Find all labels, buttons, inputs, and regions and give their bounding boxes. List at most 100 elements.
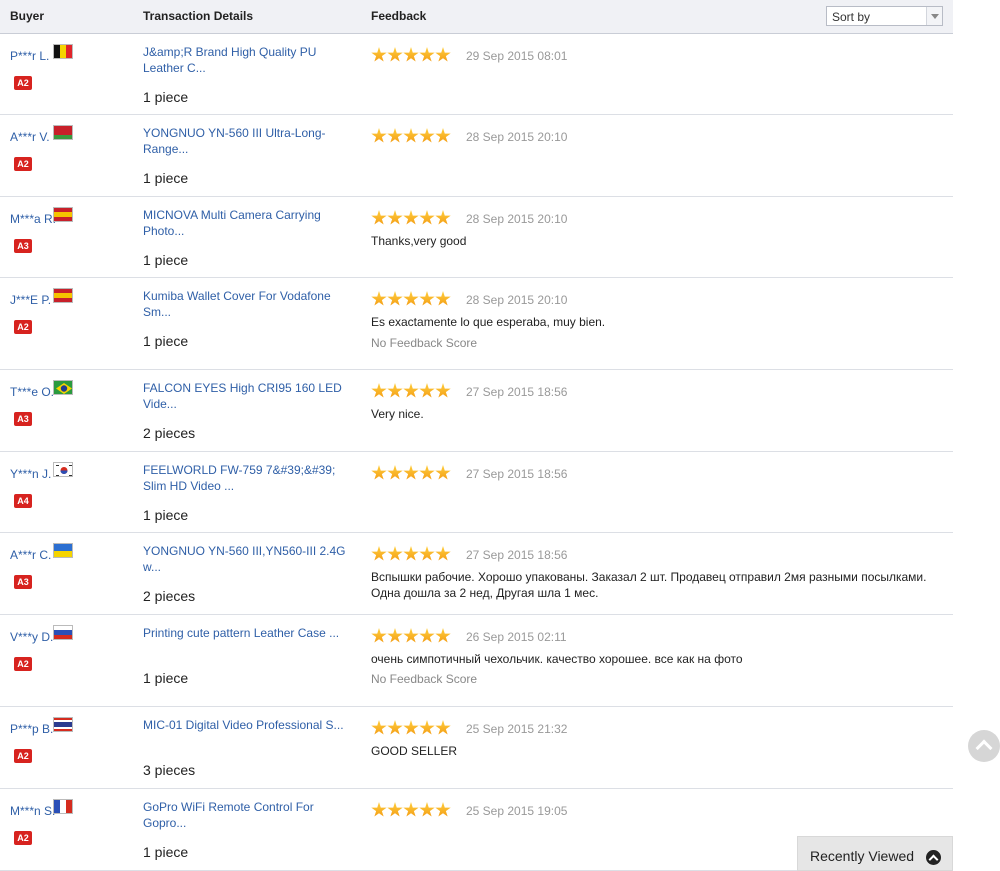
buyer-name-link[interactable]: A***r C. (10, 548, 51, 562)
feedback-comment: Thanks,very good (371, 234, 467, 248)
star-rating (371, 128, 451, 144)
table-row: P***p B. A2 MIC-01 Digital Video Professio… (0, 707, 953, 789)
star-icon (387, 210, 403, 225)
country-flag-icon (53, 380, 73, 395)
star-icon (403, 802, 419, 817)
star-icon (387, 47, 403, 62)
country-flag-icon (53, 799, 73, 814)
feedback-column-header: Feedback (371, 9, 427, 23)
product-title-link[interactable]: MICNOVA Multi Camera Carrying Photo... (143, 207, 353, 239)
product-title-link[interactable]: GoPro WiFi Remote Control For Gopro... (143, 799, 353, 831)
feedback-date: 28 Sep 2015 20:10 (466, 130, 568, 144)
star-icon (371, 291, 387, 306)
star-rating (371, 628, 451, 644)
buyer-name-link[interactable]: A***r V. (10, 130, 50, 144)
star-icon (403, 210, 419, 225)
scroll-to-top-button[interactable] (968, 730, 1000, 762)
star-icon (419, 465, 435, 480)
country-flag-icon (53, 288, 73, 303)
star-icon (371, 128, 387, 143)
star-icon (403, 291, 419, 306)
star-icon (371, 47, 387, 62)
star-icon (403, 720, 419, 735)
quantity-text: 1 piece (143, 507, 189, 523)
product-title-link[interactable]: Kumiba Wallet Cover For Vodafone Sm... (143, 288, 353, 320)
star-icon (387, 720, 403, 735)
country-flag-icon (53, 717, 73, 732)
buyer-level-badge: A3 (14, 412, 32, 426)
table-row: J***E P. A2 Kumiba Wallet Cover For Vodafo… (0, 278, 953, 370)
feedback-table: Buyer Transaction Details Feedback Sort … (0, 0, 953, 871)
star-rating (371, 465, 451, 481)
star-rating (371, 720, 451, 736)
product-title-link[interactable]: MIC-01 Digital Video Professional S... (143, 717, 353, 733)
quantity-text: 1 piece (143, 170, 189, 186)
star-icon (419, 628, 435, 643)
product-title-link[interactable]: YONGNUO YN-560 III,YN560-III 2.4G w... (143, 543, 353, 575)
star-icon (387, 128, 403, 143)
table-row: M***a R. A3 MICNOVA Multi Camera Carrying … (0, 197, 953, 278)
transaction-column-header: Transaction Details (143, 9, 254, 23)
feedback-date: 28 Sep 2015 20:10 (466, 212, 568, 226)
star-rating (371, 383, 451, 399)
star-rating (371, 546, 451, 562)
product-title-link[interactable]: J&amp;R Brand High Quality PU Leather C.… (143, 44, 353, 76)
buyer-name-link[interactable]: P***r L. (10, 49, 49, 63)
star-icon (371, 465, 387, 480)
star-icon (371, 383, 387, 398)
no-feedback-score-note: No Feedback Score (371, 672, 478, 686)
buyer-level-badge: A3 (14, 239, 32, 253)
star-icon (387, 546, 403, 561)
buyer-level-badge: A4 (14, 494, 32, 508)
table-row: Y***n J. A4 FEELWORLD FW-759 7&#39;&#39; S… (0, 452, 953, 533)
star-icon (403, 383, 419, 398)
sort-by-select[interactable]: Sort by (826, 6, 943, 26)
buyer-name-link[interactable]: M***n S. (10, 804, 55, 818)
buyer-name-link[interactable]: T***e O. (10, 385, 54, 399)
star-icon (435, 383, 451, 398)
buyer-level-badge: A2 (14, 157, 32, 171)
quantity-text: 1 piece (143, 333, 189, 349)
star-icon (419, 720, 435, 735)
star-icon (371, 546, 387, 561)
buyer-name-link[interactable]: Y***n J. (10, 467, 51, 481)
star-icon (435, 802, 451, 817)
country-flag-icon (53, 625, 73, 640)
table-row: A***r C. A3 YONGNUO YN-560 III,YN560-III 2… (0, 533, 953, 615)
buyer-name-link[interactable]: V***y D. (10, 630, 53, 644)
star-icon (435, 47, 451, 62)
star-icon (371, 628, 387, 643)
table-row: P***r L. A2 J&amp;R Brand High Quality PU … (0, 34, 953, 115)
star-rating (371, 210, 451, 226)
star-icon (403, 128, 419, 143)
star-icon (387, 383, 403, 398)
star-icon (371, 720, 387, 735)
feedback-date: 29 Sep 2015 08:01 (466, 49, 568, 63)
product-title-link[interactable]: YONGNUO YN-560 III Ultra-Long-Range... (143, 125, 353, 157)
star-icon (419, 128, 435, 143)
no-feedback-score-note: No Feedback Score (371, 336, 478, 350)
country-flag-icon (53, 543, 73, 558)
feedback-comment: GOOD SELLER (371, 744, 458, 758)
star-icon (419, 383, 435, 398)
feedback-comment: Es exactamente lo que esperaba, muy bien… (371, 315, 606, 329)
buyer-name-link[interactable]: P***p B. (10, 722, 53, 736)
buyer-name-link[interactable]: M***a R. (10, 212, 56, 226)
star-icon (371, 210, 387, 225)
recently-viewed-button[interactable]: Recently Viewed (797, 836, 953, 871)
star-icon (435, 465, 451, 480)
star-icon (419, 210, 435, 225)
product-title-link[interactable]: FEELWORLD FW-759 7&#39;&#39; Slim HD Vid… (143, 462, 353, 494)
product-title-link[interactable]: FALCON EYES High CRI95 160 LED Vide... (143, 380, 353, 412)
buyer-name-link[interactable]: J***E P. (10, 293, 51, 307)
star-icon (387, 802, 403, 817)
star-icon (435, 210, 451, 225)
feedback-date: 26 Sep 2015 02:11 (466, 630, 567, 644)
product-title-link[interactable]: Printing cute pattern Leather Case ... (143, 625, 353, 641)
recently-viewed-label: Recently Viewed (810, 848, 915, 864)
table-row: A***r V. A2 YONGNUO YN-560 III Ultra-Long-… (0, 115, 953, 197)
star-icon (387, 465, 403, 480)
star-icon (387, 291, 403, 306)
feedback-comment: очень симпотичный чехольчик. качество хо… (371, 652, 743, 666)
chevron-down-icon[interactable] (926, 7, 942, 25)
